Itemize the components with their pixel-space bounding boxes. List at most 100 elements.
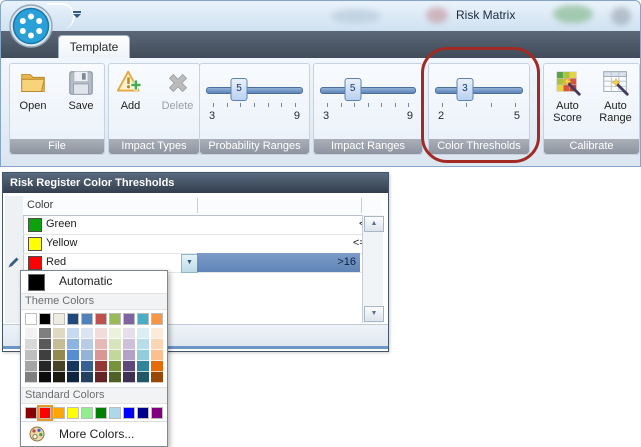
table-row-green[interactable]: Green <=8 [23, 215, 362, 235]
theme-variant-swatch[interactable] [151, 350, 163, 361]
theme-variant-swatch[interactable] [123, 361, 135, 372]
impact-slider[interactable]: 5 [320, 78, 416, 100]
theme-variant-swatch[interactable] [81, 372, 93, 383]
theme-variant-swatch[interactable] [151, 328, 163, 339]
vertical-scrollbar[interactable]: ▲ ▼ [362, 215, 383, 323]
theme-colors-header: Theme Colors [21, 293, 167, 310]
standard-color-swatch[interactable] [109, 407, 121, 419]
save-button[interactable]: Save [59, 68, 103, 112]
theme-variant-swatch[interactable] [67, 328, 79, 339]
scroll-down-button[interactable]: ▼ [364, 306, 384, 322]
theme-variant-swatch[interactable] [67, 339, 79, 350]
quick-access-dropdown-button[interactable] [71, 10, 83, 22]
theme-variant-swatch[interactable] [25, 339, 37, 350]
theme-variant-swatch[interactable] [67, 350, 79, 361]
theme-variant-swatch[interactable] [137, 350, 149, 361]
automatic-color-item[interactable]: Automatic [21, 271, 167, 293]
theme-variant-swatch[interactable] [137, 372, 149, 383]
theme-variant-swatch[interactable] [109, 372, 121, 383]
group-label-calibrate: Calibrate [544, 139, 639, 154]
theme-variant-swatch[interactable] [123, 372, 135, 383]
standard-color-swatch[interactable] [95, 407, 107, 419]
theme-color-swatch[interactable] [123, 313, 135, 325]
standard-color-swatch[interactable] [137, 407, 149, 419]
theme-variant-swatch[interactable] [151, 339, 163, 350]
theme-variant-swatch[interactable] [151, 372, 163, 383]
theme-variant-swatch[interactable] [53, 361, 65, 372]
auto-range-button[interactable]: Auto Range [594, 68, 638, 124]
theme-variant-swatch[interactable] [95, 372, 107, 383]
impact-slider-thumb[interactable]: 5 [344, 78, 361, 101]
more-colors-item[interactable]: More Colors... [21, 421, 167, 446]
theme-variant-swatch[interactable] [53, 339, 65, 350]
standard-color-swatch[interactable] [25, 407, 37, 419]
theme-variant-swatch[interactable] [123, 339, 135, 350]
theme-variant-swatch[interactable] [39, 339, 51, 350]
theme-variant-swatch[interactable] [81, 328, 93, 339]
selected-value-cell[interactable]: >16 [197, 253, 360, 272]
theme-variant-swatch[interactable] [151, 361, 163, 372]
color-thresholds-slider[interactable]: 3 [435, 78, 523, 100]
table-row-yellow[interactable]: Yellow <=16 [23, 234, 362, 254]
theme-color-swatch[interactable] [39, 313, 51, 325]
delete-impact-type-button[interactable]: Delete [156, 68, 199, 112]
probability-slider[interactable]: 5 [206, 78, 303, 100]
tab-template[interactable]: Template [58, 35, 130, 59]
theme-variant-swatch[interactable] [95, 328, 107, 339]
theme-variant-swatch[interactable] [53, 328, 65, 339]
theme-color-swatch[interactable] [67, 313, 79, 325]
standard-color-swatch[interactable] [53, 407, 65, 419]
theme-color-swatch[interactable] [137, 313, 149, 325]
open-button[interactable]: Open [11, 68, 55, 112]
title-bar[interactable]: Risk Matrix [1, 1, 640, 31]
application-menu-button[interactable] [9, 4, 53, 48]
theme-variant-swatch[interactable] [81, 350, 93, 361]
standard-color-swatch[interactable] [81, 407, 93, 419]
theme-variant-swatch[interactable] [53, 350, 65, 361]
theme-color-swatch[interactable] [25, 313, 37, 325]
theme-variant-swatch[interactable] [25, 372, 37, 383]
theme-variant-swatch[interactable] [53, 372, 65, 383]
titlebar-glass-artifact [426, 7, 448, 23]
standard-color-swatch[interactable] [39, 407, 51, 419]
theme-variant-swatch[interactable] [81, 339, 93, 350]
theme-variant-swatch[interactable] [67, 361, 79, 372]
auto-score-button[interactable]: Auto Score [546, 68, 590, 124]
auto-range-table-wand-icon [601, 68, 631, 98]
theme-variant-swatch[interactable] [67, 372, 79, 383]
theme-variant-swatch[interactable] [109, 350, 121, 361]
add-impact-type-button[interactable]: Add [109, 68, 152, 112]
theme-variant-swatch[interactable] [81, 361, 93, 372]
theme-variant-swatch[interactable] [95, 350, 107, 361]
standard-color-swatch[interactable] [67, 407, 79, 419]
theme-variant-swatch[interactable] [95, 361, 107, 372]
theme-color-swatch[interactable] [53, 313, 65, 325]
scroll-up-button[interactable]: ▲ [364, 216, 384, 232]
theme-variant-swatch[interactable] [25, 361, 37, 372]
theme-color-swatch[interactable] [81, 313, 93, 325]
theme-variant-swatch[interactable] [25, 328, 37, 339]
slider-ticks [206, 103, 303, 108]
theme-variant-swatch[interactable] [137, 361, 149, 372]
theme-variant-swatch[interactable] [25, 350, 37, 361]
theme-color-swatch[interactable] [95, 313, 107, 325]
probability-slider-thumb[interactable]: 5 [230, 78, 247, 101]
theme-variant-swatch[interactable] [109, 361, 121, 372]
theme-variant-swatch[interactable] [123, 328, 135, 339]
theme-variant-swatch[interactable] [95, 339, 107, 350]
theme-variant-swatch[interactable] [137, 328, 149, 339]
standard-color-swatch[interactable] [123, 407, 135, 419]
theme-variant-swatch[interactable] [39, 361, 51, 372]
theme-color-swatch[interactable] [151, 313, 163, 325]
theme-variant-swatch[interactable] [109, 339, 121, 350]
theme-variant-swatch[interactable] [123, 350, 135, 361]
theme-variant-swatch[interactable] [39, 350, 51, 361]
color-dropdown-button[interactable]: ▼ [181, 254, 198, 273]
standard-color-swatch[interactable] [151, 407, 163, 419]
color-thresholds-slider-thumb[interactable]: 3 [456, 78, 473, 101]
theme-variant-swatch[interactable] [137, 339, 149, 350]
theme-variant-swatch[interactable] [109, 328, 121, 339]
theme-color-swatch[interactable] [109, 313, 121, 325]
theme-variant-swatch[interactable] [39, 372, 51, 383]
theme-variant-swatch[interactable] [39, 328, 51, 339]
